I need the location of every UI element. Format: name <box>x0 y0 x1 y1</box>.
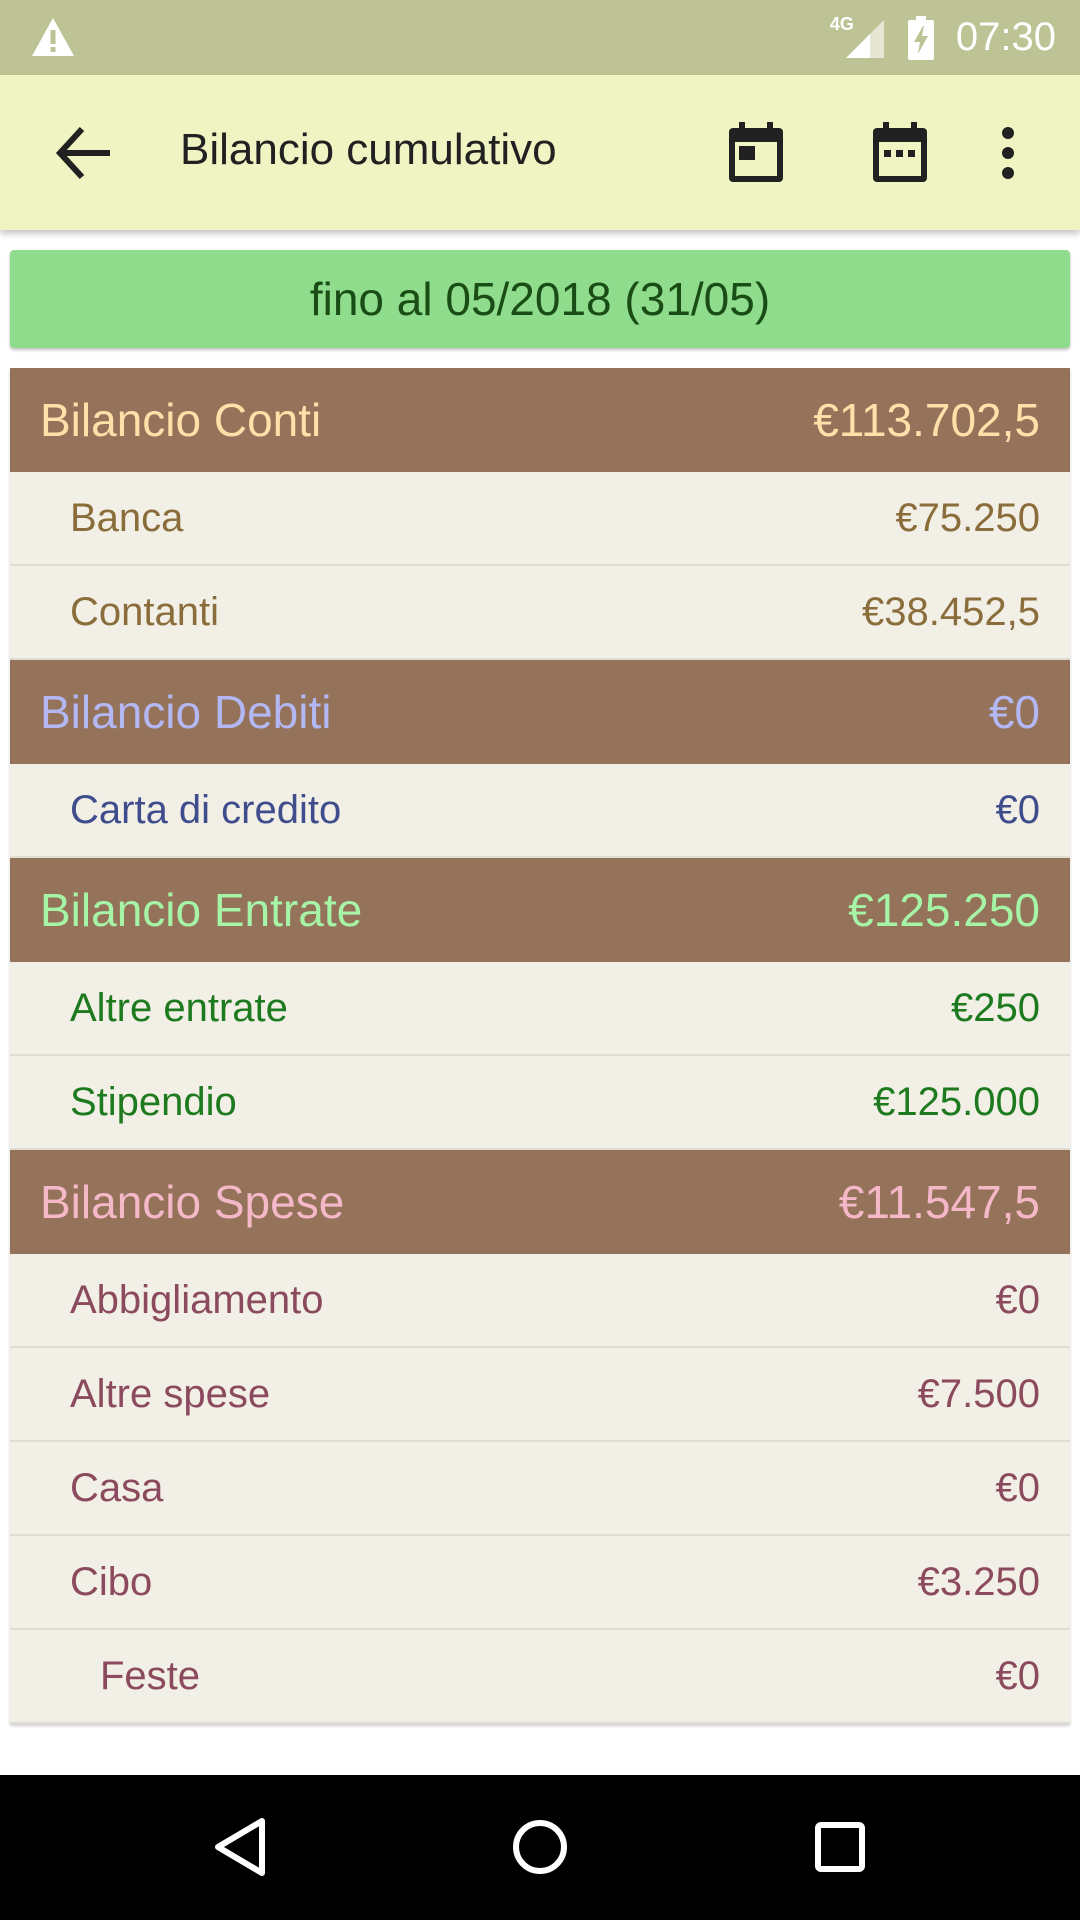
account-name: Altre entrate <box>70 985 288 1030</box>
nav-back-icon[interactable] <box>200 1807 280 1887</box>
calendar-today-button[interactable] <box>716 113 796 193</box>
account-row[interactable]: Abbigliamento €0 <box>10 1254 1070 1348</box>
account-row[interactable]: Contanti €38.452,5 <box>10 566 1070 660</box>
back-arrow-icon[interactable] <box>50 121 120 185</box>
calendar-range-icon <box>873 122 927 182</box>
overflow-menu-button[interactable] <box>968 113 1048 193</box>
group-total: €125.250 <box>848 884 1040 936</box>
account-amount: €38.452,5 <box>862 589 1040 634</box>
account-name: Carta di credito <box>70 787 342 832</box>
account-amount: €125.000 <box>873 1079 1040 1124</box>
account-row[interactable]: Altre entrate €250 <box>10 962 1070 1056</box>
account-name: Casa <box>70 1465 164 1510</box>
balance-list: Bilancio Conti €113.702,5 Banca €75.250 Cont… <box>10 368 1070 1724</box>
battery-charging-icon <box>907 15 934 60</box>
status-bar: 4G 07:30 <box>0 0 1080 75</box>
account-row[interactable]: Cibo €3.250 <box>10 1536 1070 1630</box>
account-row[interactable]: Casa €0 <box>10 1442 1070 1536</box>
warning-icon <box>32 18 74 56</box>
network-type-label: 4G <box>829 13 854 34</box>
group-header[interactable]: Bilancio Spese €11.547,5 <box>10 1150 1070 1254</box>
group-title: Bilancio Entrate <box>40 884 363 936</box>
account-amount: €0 <box>995 1653 1041 1698</box>
account-name: Stipendio <box>70 1079 237 1124</box>
page-title: Bilancio cumulativo <box>180 125 557 174</box>
account-row[interactable]: Carta di credito €0 <box>10 764 1070 858</box>
account-amount: €75.250 <box>895 495 1040 540</box>
account-name: Feste <box>100 1653 201 1698</box>
app-bar: Bilancio cumulativo <box>0 75 1080 230</box>
more-vertical-icon <box>1002 127 1014 179</box>
group-header[interactable]: Bilancio Conti €113.702,5 <box>10 368 1070 472</box>
nav-home-icon[interactable] <box>500 1807 580 1887</box>
group-title: Bilancio Debiti <box>40 686 332 738</box>
navigation-bar <box>0 1775 1080 1920</box>
account-row[interactable]: Altre spese €7.500 <box>10 1348 1070 1442</box>
group-title: Bilancio Spese <box>40 1176 345 1228</box>
account-amount: €3.250 <box>917 1559 1040 1604</box>
calendar-day-icon <box>729 122 783 182</box>
period-selector[interactable]: fino al 05/2018 (31/05) <box>10 250 1070 348</box>
status-time: 07:30 <box>955 15 1056 59</box>
group-header[interactable]: Bilancio Debiti €0 <box>10 660 1070 764</box>
account-amount: €7.500 <box>917 1371 1040 1416</box>
group-header[interactable]: Bilancio Entrate €125.250 <box>10 858 1070 962</box>
account-name: Contanti <box>70 589 219 634</box>
group-total: €11.547,5 <box>838 1176 1040 1228</box>
account-row[interactable]: Banca €75.250 <box>10 472 1070 566</box>
calendar-range-button[interactable] <box>860 113 940 193</box>
account-name: Abbigliamento <box>70 1277 324 1322</box>
account-name: Cibo <box>70 1559 153 1604</box>
status-indicators: 4G 07:30 <box>830 0 1056 75</box>
account-amount: €0 <box>995 1465 1041 1510</box>
account-amount: €0 <box>995 787 1041 832</box>
nav-recents-icon[interactable] <box>800 1807 880 1887</box>
signal-icon: 4G <box>829 13 886 60</box>
account-row[interactable]: Stipendio €125.000 <box>10 1056 1070 1150</box>
content-area: fino al 05/2018 (31/05) Bilancio Conti €1… <box>0 230 1080 1775</box>
group-total: €0 <box>988 686 1040 738</box>
account-name: Banca <box>70 495 184 540</box>
group-title: Bilancio Conti <box>40 394 322 446</box>
account-name: Altre spese <box>70 1371 271 1416</box>
account-amount: €0 <box>995 1277 1041 1322</box>
account-row[interactable]: Feste €0 <box>10 1630 1070 1724</box>
group-total: €113.702,5 <box>813 394 1040 446</box>
account-amount: €250 <box>951 985 1040 1030</box>
